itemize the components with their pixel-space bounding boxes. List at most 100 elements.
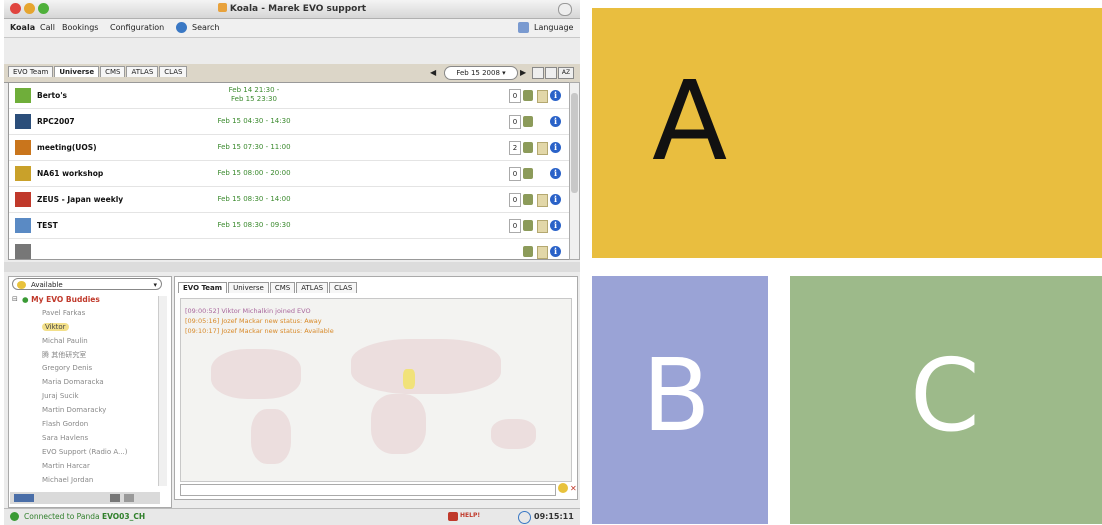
help-button[interactable]: HELP!: [460, 512, 480, 519]
community-bar: EVO Team Universe CMS ATLAS CLAS ◀ Feb 15 20…: [4, 64, 580, 83]
join-icon[interactable]: [523, 142, 533, 153]
calendar-icon[interactable]: [545, 67, 557, 79]
info-icon[interactable]: i: [550, 194, 561, 205]
meeting-icon: [15, 88, 31, 103]
tile-a: A: [592, 8, 1102, 258]
previous-day-arrow-icon[interactable]: ◀: [430, 68, 436, 77]
sort-az-button[interactable]: AZ: [558, 67, 574, 79]
chat-tab-atlas[interactable]: ATLAS: [296, 282, 329, 293]
add-buddy-button[interactable]: [14, 494, 34, 502]
buddy-item[interactable]: Sara Havlens: [42, 434, 88, 442]
menu-language[interactable]: Language: [534, 23, 573, 32]
buddy-list-scrollbar[interactable]: [158, 296, 167, 486]
join-icon[interactable]: [523, 246, 533, 257]
buddy-item[interactable]: Martin Harcar: [42, 462, 90, 470]
community-tabs: EVO Team Universe CMS ATLAS CLAS: [8, 66, 188, 80]
panel-splitter[interactable]: [4, 262, 580, 272]
join-icon[interactable]: [523, 116, 533, 127]
meeting-row[interactable]: ZEUS - Japan weekly Feb 15 08:30 - 14:00…: [9, 187, 569, 213]
group-icon: ●: [22, 295, 32, 304]
chat-tabs: EVO Team Universe CMS ATLAS CLAS: [178, 282, 358, 293]
info-icon[interactable]: i: [550, 142, 561, 153]
meeting-name: TEST: [37, 221, 58, 230]
collapse-icon[interactable]: ⊟: [12, 295, 18, 303]
lock-icon: [537, 220, 548, 233]
meeting-row[interactable]: RPC2007 Feb 15 04:30 - 14:30 0 i: [9, 109, 569, 135]
chat-log: [09:00:52] Viktor Michalkin joined EVO […: [180, 298, 572, 482]
toolbar-toggle-button[interactable]: [558, 3, 572, 16]
tab-universe[interactable]: Universe: [54, 66, 100, 77]
participant-count: 0: [509, 89, 521, 103]
menu-app[interactable]: Koala: [10, 23, 35, 32]
meeting-name: Berto's: [37, 91, 67, 100]
join-icon[interactable]: [523, 194, 533, 205]
chat-input[interactable]: [180, 484, 556, 496]
meeting-name: ZEUS - Japan weekly: [37, 195, 124, 204]
chat-tab-evo-team[interactable]: EVO Team: [178, 282, 228, 293]
settings-icon[interactable]: [124, 494, 134, 502]
lock-icon: [537, 194, 548, 207]
info-icon[interactable]: i: [550, 168, 561, 179]
tab-atlas[interactable]: ATLAS: [126, 66, 159, 77]
tab-evo-team[interactable]: EVO Team: [8, 66, 54, 77]
buddy-item[interactable]: Pavel Farkas: [42, 309, 85, 317]
menu-call[interactable]: Call: [40, 23, 55, 32]
chat-message-text: Viktor Michalkin joined EVO: [221, 307, 311, 315]
menu-configuration[interactable]: Configuration: [110, 23, 164, 32]
buddy-item[interactable]: Michael Jordan: [42, 476, 93, 484]
join-icon[interactable]: [523, 220, 533, 231]
server-name: EVO03_CH: [101, 512, 146, 521]
tile-c-letter: C: [910, 337, 980, 454]
next-day-arrow-icon[interactable]: ▶: [520, 68, 526, 77]
search-icon[interactable]: [176, 22, 187, 33]
user-icon[interactable]: [110, 494, 120, 502]
tile-c: C: [790, 276, 1102, 524]
emoticon-icon[interactable]: [558, 483, 568, 493]
buddy-item[interactable]: Flash Gordon: [42, 420, 88, 428]
meeting-row[interactable]: Berto's Feb 14 21:30 - Feb 15 23:30 0 i: [9, 83, 569, 109]
meeting-name: RPC2007: [37, 117, 75, 126]
info-icon[interactable]: i: [550, 220, 561, 231]
connection-status: Connected to Panda EVO03_CH: [24, 512, 145, 521]
chat-tab-cms[interactable]: CMS: [269, 282, 296, 293]
info-icon[interactable]: i: [550, 246, 561, 257]
buddy-group-label[interactable]: ● My EVO Buddies: [22, 295, 100, 304]
tab-clas[interactable]: CLAS: [159, 66, 188, 77]
participant-count: 0: [509, 193, 521, 207]
menu-bookings[interactable]: Bookings: [62, 23, 98, 32]
language-icon[interactable]: [518, 22, 529, 33]
buddy-item[interactable]: Gregory Denis: [42, 364, 92, 372]
join-icon[interactable]: [523, 90, 533, 101]
chat-tab-universe[interactable]: Universe: [228, 282, 269, 293]
meeting-row[interactable]: TEST Feb 15 08:30 - 09:30 0 i: [9, 213, 569, 239]
join-icon[interactable]: [523, 168, 533, 179]
buddy-list-panel: [8, 276, 172, 508]
buddy-item-online[interactable]: Viktor: [42, 323, 69, 331]
presence-status-select[interactable]: Available ▾: [12, 278, 162, 290]
buddy-item[interactable]: Michal Paulin: [42, 337, 88, 345]
meeting-row[interactable]: NA61 workshop Feb 15 08:00 - 20:00 0 i: [9, 161, 569, 187]
buddy-group-name: My EVO Buddies: [31, 295, 100, 304]
buddy-item[interactable]: Maria Domaracka: [42, 378, 104, 386]
buddy-item[interactable]: 腾 其他研究室: [42, 350, 86, 360]
scrollbar-thumb[interactable]: [571, 93, 578, 193]
buddy-item[interactable]: Juraj Sucik: [42, 392, 79, 400]
chat-message-text: Jozef Mackar new status: Away: [221, 317, 322, 325]
world-map-background: [211, 349, 301, 399]
help-icon[interactable]: [448, 512, 458, 521]
buddy-item[interactable]: EVO Support (Radio A...): [42, 448, 127, 456]
refresh-icon[interactable]: [532, 67, 544, 79]
info-icon[interactable]: i: [550, 116, 561, 127]
chat-tab-clas[interactable]: CLAS: [329, 282, 358, 293]
info-icon[interactable]: i: [550, 90, 561, 101]
tab-cms[interactable]: CMS: [100, 66, 126, 77]
meeting-icon: [15, 114, 31, 129]
date-selector[interactable]: Feb 15 2008 ▾: [444, 66, 518, 80]
meeting-list-scrollbar[interactable]: [569, 82, 580, 260]
meeting-row[interactable]: meeting(UOS) Feb 15 07:30 - 11:00 2 i: [9, 135, 569, 161]
meeting-row-partial[interactable]: i: [9, 239, 569, 259]
world-map-background: [491, 419, 536, 449]
menu-search[interactable]: Search: [192, 23, 219, 32]
buddy-item[interactable]: Martin Domaracky: [42, 406, 106, 414]
clear-icon[interactable]: ✕: [570, 484, 577, 493]
